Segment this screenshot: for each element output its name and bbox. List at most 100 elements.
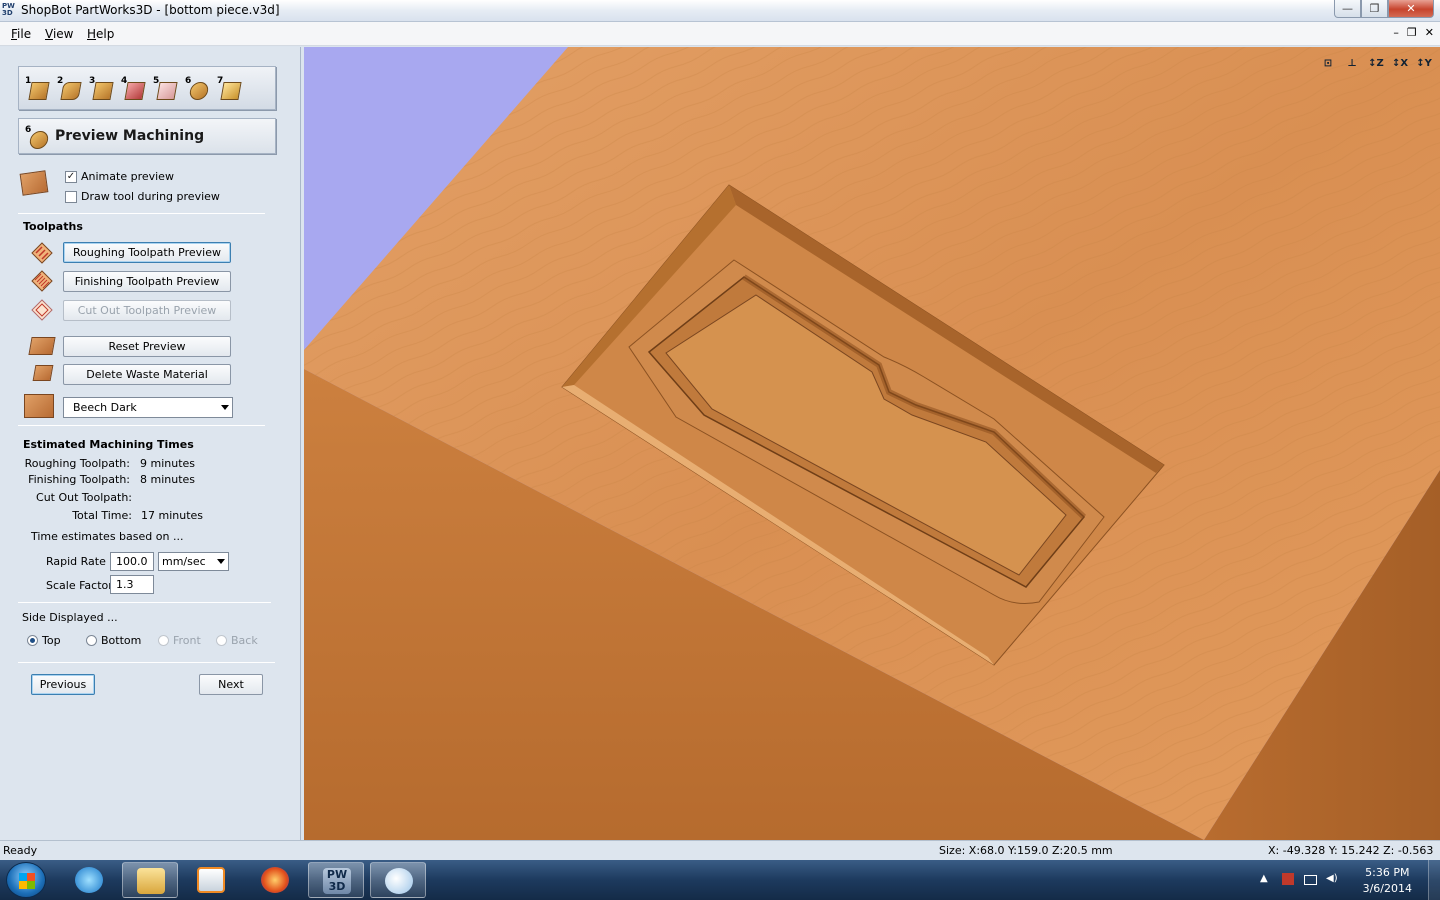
save-toolpath-icon (220, 82, 242, 100)
taskbar-file-explorer[interactable] (122, 862, 178, 898)
rapid-rate-label: Rapid Rate (46, 555, 106, 568)
side-back-radio[interactable]: Back (216, 634, 258, 647)
maximize-button[interactable]: ❐ (1361, 0, 1388, 18)
paint-palette-icon (385, 868, 413, 894)
taskbar-paint[interactable] (370, 862, 426, 898)
side-top-radio[interactable]: Top (27, 634, 61, 647)
draw-tool-checkbox[interactable]: Draw tool during preview (65, 190, 220, 203)
side-bottom-radio[interactable]: Bottom (86, 634, 141, 647)
show-desktop-button[interactable] (1428, 860, 1440, 900)
x-view-icon[interactable]: ↕X (1390, 54, 1410, 72)
rapid-rate-unit-select[interactable]: mm/sec (158, 552, 229, 571)
window-title: ShopBot PartWorks3D - [bottom piece.v3d] (21, 3, 280, 17)
side-front-radio[interactable]: Front (158, 634, 201, 647)
taskbar-media-app[interactable] (247, 862, 303, 898)
volume-icon[interactable]: ◀) (1326, 873, 1340, 887)
checkbox-label: Draw tool during preview (81, 190, 220, 203)
page-title: Preview Machining (55, 128, 205, 144)
radio-button[interactable] (216, 635, 227, 646)
fit-view-icon[interactable]: ⊡ (1318, 54, 1338, 72)
estimate-label: Cut Out Toolpath: (36, 491, 132, 504)
roughing-toolpath-icon (31, 242, 53, 264)
unit-selected-value: mm/sec (162, 555, 206, 568)
previous-button[interactable]: Previous (31, 674, 95, 695)
scale-factor-input[interactable]: 1.3 (110, 575, 154, 594)
stage-6-button[interactable]: 6 (185, 76, 211, 102)
3d-viewport[interactable]: ⊡ ⊥ ↕Z ↕X ↕Y (304, 47, 1440, 840)
doc-restore-button[interactable]: ❐ (1407, 26, 1417, 39)
reset-preview-button[interactable]: Reset Preview (63, 336, 231, 357)
z-view-icon[interactable]: ↕Z (1366, 54, 1386, 72)
y-view-icon[interactable]: ↕Y (1414, 54, 1434, 72)
finishing-toolpath-preview-button[interactable]: Finishing Toolpath Preview (63, 271, 231, 292)
finishing-icon (156, 82, 178, 100)
taskbar-internet-explorer[interactable] (61, 862, 117, 898)
radio-label: Bottom (101, 634, 142, 647)
radio-button[interactable] (86, 635, 97, 646)
cut-out-toolpath-icon (31, 299, 53, 321)
orientation-icon (92, 82, 114, 100)
status-size: Size: X:68.0 Y:159.0 Z:20.5 mm (939, 844, 1113, 857)
checkbox-label: Animate preview (81, 170, 174, 183)
taskbar-media-player[interactable] (183, 862, 239, 898)
rapid-rate-input[interactable]: 100.0 (110, 552, 154, 571)
menu-help[interactable]: Help (87, 27, 114, 41)
scale-factor-label: Scale Factor (46, 579, 113, 592)
menu-file[interactable]: File (11, 27, 31, 41)
stage-7-button[interactable]: 7 (217, 76, 243, 102)
estimate-label: Finishing Toolpath: (28, 473, 130, 486)
checkbox-box[interactable]: ✓ (65, 170, 77, 183)
radio-button[interactable] (158, 635, 169, 646)
stage-number: 6 (25, 125, 32, 135)
close-button[interactable]: ✕ (1388, 0, 1434, 18)
clock[interactable]: 5:36 PM 3/6/2014 (1363, 865, 1412, 897)
import-model-icon (60, 82, 82, 100)
chevron-down-icon (217, 559, 225, 564)
job-setup-icon (28, 82, 50, 100)
next-button[interactable]: Next (199, 674, 263, 695)
machined-part-render[interactable] (304, 47, 1440, 840)
network-icon[interactable] (1304, 875, 1317, 885)
action-center-flag-icon[interactable] (1282, 873, 1294, 885)
stage-toolbar: 1 2 3 4 5 6 7 (18, 66, 276, 110)
doc-minimize-button[interactable]: – (1393, 26, 1399, 39)
clock-date: 3/6/2014 (1362, 882, 1412, 895)
checkbox-box[interactable] (65, 190, 77, 203)
toolpaths-heading: Toolpaths (23, 220, 83, 233)
radio-label: Back (231, 634, 258, 647)
stage-4-button[interactable]: 4 (121, 76, 147, 102)
radio-button[interactable] (27, 635, 38, 646)
time-estimates-note: Time estimates based on ... (31, 530, 184, 543)
tray-expand-icon[interactable]: ▲ (1260, 873, 1274, 887)
system-tray: ▲ ◀) 5:36 PM 3/6/2014 (1250, 860, 1440, 900)
partworks-app-icon[interactable]: PW 3D (2, 3, 18, 19)
doc-close-button[interactable]: ✕ (1425, 26, 1434, 39)
document-window-controls: – ❐ ✕ (1393, 26, 1434, 39)
cut-out-toolpath-preview-button[interactable]: Cut Out Toolpath Preview (63, 300, 231, 321)
estimate-value: 9 minutes (140, 457, 196, 470)
radio-label: Front (173, 634, 201, 647)
taskbar-partworks3d[interactable]: PW 3D (308, 862, 364, 898)
estimate-label: Roughing Toolpath: (24, 457, 130, 470)
windows-logo-icon (19, 873, 35, 889)
delete-waste-material-button[interactable]: Delete Waste Material (63, 364, 231, 385)
minimize-button[interactable]: — (1334, 0, 1361, 18)
roughing-toolpath-preview-button[interactable]: Roughing Toolpath Preview (63, 242, 231, 263)
animate-preview-checkbox[interactable]: ✓ Animate preview (65, 170, 174, 183)
iso-view-icon[interactable]: ⊥ (1342, 54, 1362, 72)
estimate-label: Total Time: (72, 509, 132, 522)
stage-5-button[interactable]: 5 (153, 76, 179, 102)
menu-view[interactable]: View (45, 27, 73, 41)
stage-1-button[interactable]: 1 (25, 76, 51, 102)
stage-2-button[interactable]: 2 (57, 76, 83, 102)
finishing-toolpath-icon (31, 270, 53, 292)
orb-app-icon (261, 867, 289, 893)
stage-3-button[interactable]: 3 (89, 76, 115, 102)
divider (18, 662, 275, 663)
material-selected-value: Beech Dark (73, 401, 137, 414)
window-controls: — ❐ ✕ (1334, 0, 1434, 18)
start-button[interactable] (6, 862, 46, 898)
folder-icon (137, 868, 165, 894)
material-select[interactable]: Beech Dark (63, 397, 233, 418)
roughing-icon (124, 82, 146, 100)
